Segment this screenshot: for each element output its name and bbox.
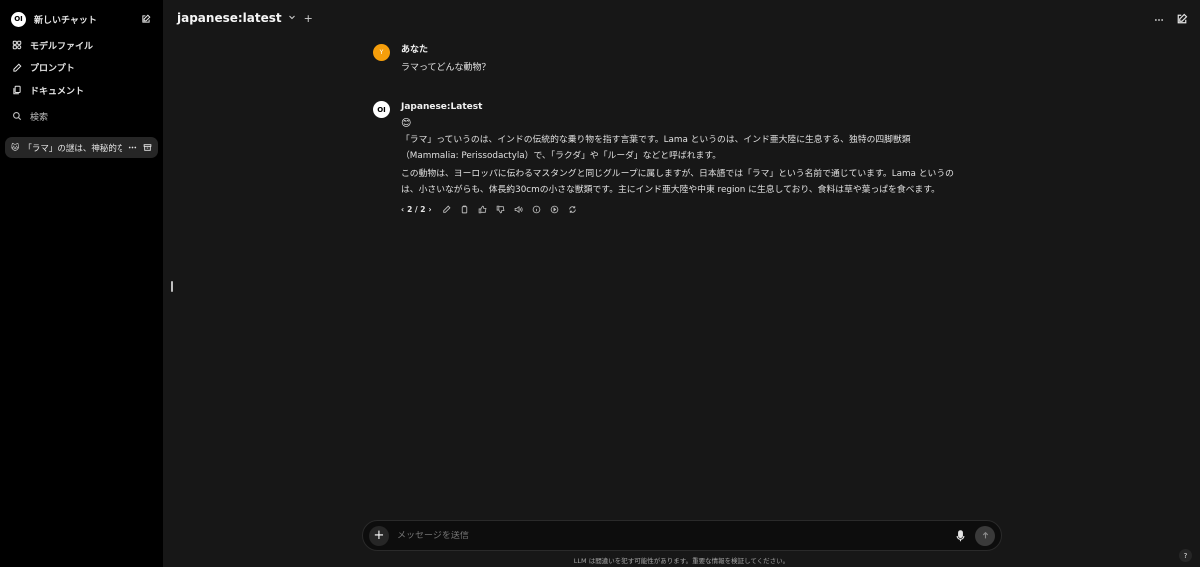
new-chat-icon[interactable] xyxy=(1176,10,1188,29)
chat-history-item[interactable]: 🐱 「ラマ」の謎は、神秘的な動物 xyxy=(5,137,158,158)
new-chat-button[interactable]: OI 新しいチャット xyxy=(5,8,158,30)
chevron-right-icon[interactable]: › xyxy=(429,205,432,214)
sidebar-item-prompts[interactable]: プロンプト xyxy=(5,57,158,79)
user-message: Y あなた ラマってどんな動物？ xyxy=(373,44,953,74)
speaker-icon[interactable] xyxy=(514,204,524,214)
new-chat-label: 新しいチャット xyxy=(34,15,97,26)
attach-button[interactable]: + xyxy=(369,525,389,546)
user-message-text: ラマってどんな動物？ xyxy=(401,63,491,73)
sidebar-search[interactable]: 検索 xyxy=(5,105,158,127)
pencil-icon xyxy=(11,62,23,74)
copy-icon[interactable] xyxy=(460,204,470,214)
chevron-down-icon[interactable] xyxy=(288,13,296,24)
disclaimer-text: LLM は間違いを犯す可能性があります。重要な情報を検証してください。 xyxy=(573,557,790,565)
assistant-name: Japanese:Latest xyxy=(401,102,483,112)
sidebar-item-label: ドキュメント xyxy=(30,86,85,97)
model-name-label: japanese:latest xyxy=(177,11,282,25)
sidebar-item-documents[interactable]: ドキュメント xyxy=(5,79,158,101)
regenerate-icon[interactable] xyxy=(568,204,578,214)
sidebar: OI 新しいチャット モデルファイル プロンプト ドキュメント 検索 🐱 「ラマ… xyxy=(0,0,163,567)
chat-emoji: 🐱 xyxy=(11,143,20,152)
user-name: あなた xyxy=(401,45,429,55)
search-label: 検索 xyxy=(30,112,49,123)
thumbs-down-icon[interactable] xyxy=(496,204,506,214)
info-icon[interactable] xyxy=(532,204,542,214)
models-icon xyxy=(11,39,23,51)
send-button[interactable] xyxy=(975,525,995,546)
message-input-bar: + xyxy=(362,520,1002,551)
message-input[interactable] xyxy=(397,530,953,541)
top-bar: japanese:latest + xyxy=(163,0,1200,36)
add-model-icon[interactable]: + xyxy=(304,12,313,25)
chat-title: 「ラマ」の謎は、神秘的な動物 xyxy=(23,143,122,154)
sidebar-item-modelfiles[interactable]: モデルファイル xyxy=(5,34,158,56)
continue-icon[interactable] xyxy=(550,204,560,214)
assistant-paragraph: 「ラマ」っていうのは、インドの伝統的な乗り物を指す言葉です。Lama というのは… xyxy=(401,135,911,161)
model-selector[interactable]: japanese:latest + xyxy=(177,11,313,25)
thumbs-up-icon[interactable] xyxy=(478,204,488,214)
sidebar-item-label: プロンプト xyxy=(30,64,75,74)
sidebar-resize-handle[interactable] xyxy=(171,281,173,292)
edit-icon[interactable] xyxy=(442,204,452,214)
archive-icon[interactable] xyxy=(143,143,152,152)
assistant-message: OI Japanese:Latest 😊 「ラマ」っていうのは、インドの伝統的な… xyxy=(373,101,954,214)
message-actions: ‹ 2 / 2 › xyxy=(401,204,953,214)
top-right-actions xyxy=(1154,10,1188,29)
assistant-emoji: 😊 xyxy=(401,118,412,129)
more-options-icon[interactable] xyxy=(128,143,137,152)
response-pager: ‹ 2 / 2 › xyxy=(401,205,432,214)
assistant-paragraph: この動物は、ヨーロッパに伝わるマスタングと同じグループに属しますが、日本語では「… xyxy=(401,169,954,195)
more-menu-icon[interactable] xyxy=(1154,10,1164,29)
sidebar-item-label: モデルファイル xyxy=(30,41,94,52)
user-avatar: Y xyxy=(373,44,390,61)
pager-label: 2 / 2 xyxy=(407,204,426,214)
help-button[interactable]: ? xyxy=(1179,549,1192,562)
chevron-left-icon[interactable]: ‹ xyxy=(401,205,404,214)
search-icon xyxy=(11,110,23,122)
main-area: japanese:latest + Y あなた ラマってどんな動物？ OI Ja… xyxy=(163,0,1200,567)
app-logo: OI xyxy=(11,11,26,27)
compose-icon[interactable] xyxy=(140,13,152,25)
microphone-icon[interactable] xyxy=(953,529,967,542)
documents-icon xyxy=(11,84,23,96)
assistant-avatar: OI xyxy=(373,101,390,118)
